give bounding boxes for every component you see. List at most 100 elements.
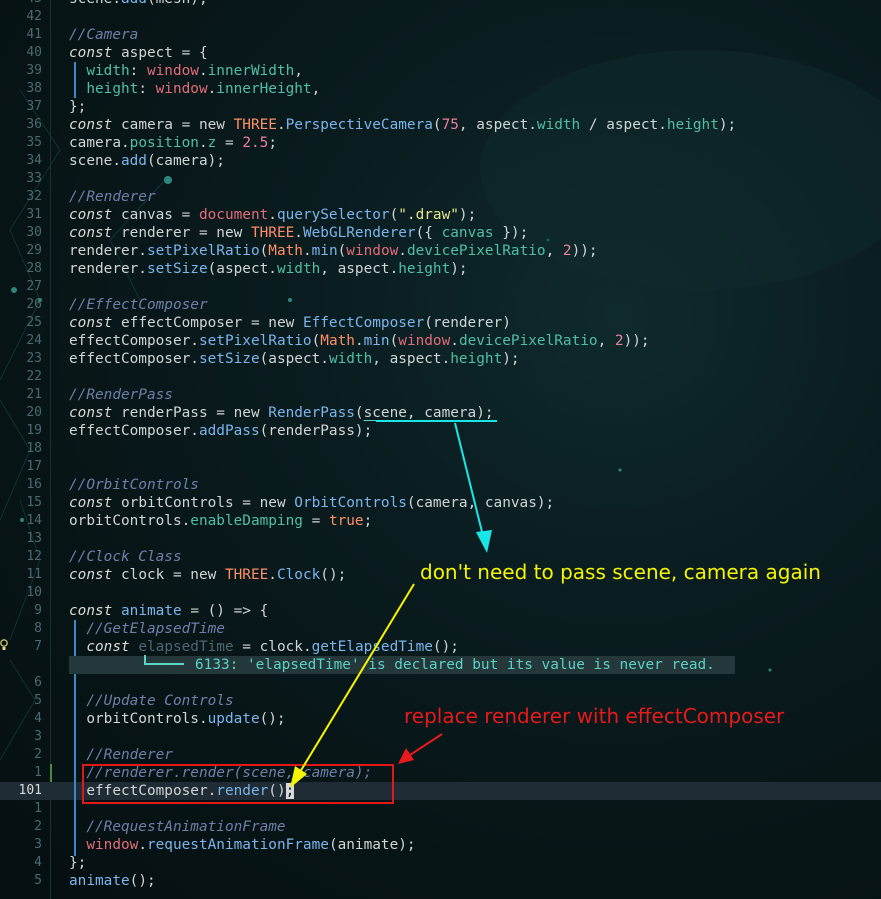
code-line[interactable]: 21 //RenderPass: [0, 386, 881, 404]
code-token: //OrbitControls: [69, 477, 199, 493]
code-token: Clock: [276, 567, 321, 583]
code-line[interactable]: 5 animate();: [0, 872, 881, 890]
code-token: min: [311, 243, 338, 259]
code-token: effectComposer.: [69, 423, 199, 439]
code-token: .: [398, 243, 407, 259]
code-line[interactable]: 19 effectComposer.addPass(renderPass);: [0, 422, 881, 440]
code-line[interactable]: 2 //Renderer: [0, 746, 881, 764]
code-token: true: [328, 513, 364, 529]
code-line[interactable]: 24 effectComposer.setPixelRatio(Math.min(…: [0, 332, 881, 350]
code-line[interactable]: 34 scene.add(camera);: [0, 152, 881, 170]
code-line[interactable]: 15 const orbitControls = new OrbitControl…: [0, 494, 881, 512]
code-line[interactable]: 13: [0, 530, 881, 548]
code-token: width: [86, 63, 130, 79]
code-token: ({: [415, 225, 442, 241]
code-text: //GetElapsedTime: [69, 620, 225, 638]
code-line[interactable]: 14 orbitControls.enableDamping = true;: [0, 512, 881, 530]
code-line[interactable]: 31 const canvas = document.querySelector(…: [0, 206, 881, 224]
code-line[interactable]: 28 renderer.setSize(aspect.width, aspect.…: [0, 260, 881, 278]
line-number: 3: [34, 837, 42, 852]
code-line[interactable]: 39 width: window.innerWidth,: [0, 62, 881, 80]
code-editor[interactable]: 43scene.add(mesh);4241//Camera40const as…: [0, 0, 881, 899]
code-line[interactable]: 22: [0, 368, 881, 386]
line-number: 20: [26, 405, 42, 420]
code-line[interactable]: 42: [0, 8, 881, 26]
code-line[interactable]: 17: [0, 458, 881, 476]
code-line[interactable]: 33: [0, 170, 881, 188]
code-line[interactable]: 27: [0, 278, 881, 296]
code-text: orbitControls.update();: [69, 710, 286, 728]
code-token: ));: [623, 333, 650, 349]
code-line[interactable]: 6: [0, 674, 881, 692]
code-token: renderer = new: [112, 225, 251, 241]
code-text: effectComposer.setPixelRatio(Math.min(wi…: [69, 332, 650, 350]
code-token: renderer.: [69, 261, 147, 277]
code-line[interactable]: 23 effectComposer.setSize(aspect.width, a…: [0, 350, 881, 368]
code-line[interactable]: 26 //EffectComposer: [0, 296, 881, 314]
code-line[interactable]: 20 const renderPass = new RenderPass(scen…: [0, 404, 881, 422]
code-line[interactable]: 16 //OrbitControls: [0, 476, 881, 494]
code-token: );: [476, 405, 494, 421]
lightbulb-icon[interactable]: [0, 638, 8, 652]
code-line[interactable]: 43 scene.add(mesh);: [0, 0, 881, 8]
code-line[interactable]: 10: [0, 584, 881, 602]
code-line[interactable]: 37};: [0, 98, 881, 116]
code-token: , aspect.: [372, 351, 451, 367]
code-token: devicePixelRatio: [406, 243, 546, 259]
code-line[interactable]: 32 //Renderer: [0, 188, 881, 206]
code-line[interactable]: 35 camera.position.z = 2.5;: [0, 134, 881, 152]
code-token: (renderPass);: [259, 423, 373, 439]
code-token: 2.5: [242, 135, 269, 151]
diagnostic-connector: [144, 655, 184, 665]
code-text: const renderPass = new RenderPass(scene,…: [69, 404, 494, 422]
code-line[interactable]: 4};: [0, 854, 881, 872]
code-token: ;: [268, 135, 277, 151]
code-token: 75: [441, 117, 459, 133]
code-line[interactable]: 36 const camera = new THREE.PerspectiveCa…: [0, 116, 881, 134]
code-token: scene.: [69, 153, 121, 169]
code-line[interactable]: 25 const effectComposer = new EffectCompo…: [0, 314, 881, 332]
code-line[interactable]: 40 const aspect = {: [0, 44, 881, 62]
line-number: 21: [26, 387, 42, 402]
code-line[interactable]: 38 height: window.innerHeight,: [0, 80, 881, 98]
code-line[interactable]: 7 const elapsedTime = clock.getElapsedTi…: [0, 638, 881, 656]
code-token: elapsedTime: [138, 639, 234, 655]
code-text: //Renderer: [69, 746, 173, 764]
line-number: 1: [34, 765, 42, 780]
line-number: 32: [26, 189, 42, 204]
code-token: ));: [571, 243, 598, 259]
code-token: );: [718, 117, 737, 133]
code-token: (: [389, 207, 399, 223]
code-token: add: [120, 153, 147, 169]
code-token: add: [121, 0, 147, 7]
code-token: ();: [432, 639, 459, 655]
code-text: //Update Controls: [69, 692, 233, 710]
code-line[interactable]: 3 window.requestAnimationFrame(animate);: [0, 836, 881, 854]
line-number: 101: [18, 783, 42, 798]
line-number: 17: [26, 459, 42, 474]
code-token: effectComposer.: [69, 333, 199, 349]
code-text: const aspect = {: [69, 44, 208, 62]
code-line[interactable]: 3: [0, 728, 881, 746]
code-line[interactable]: 30 const renderer = new THREE.WebGLRender…: [0, 224, 881, 242]
code-text: const orbitControls = new OrbitControls(…: [69, 494, 554, 512]
code-text: const elapsedTime = clock.getElapsedTime…: [69, 638, 459, 656]
code-token: ();: [259, 711, 286, 727]
code-token: innerHeight: [216, 81, 312, 97]
code-token: scene.: [69, 0, 121, 7]
code-line[interactable]: 29 renderer.setPixelRatio(Math.min(window…: [0, 242, 881, 260]
code-token: :: [129, 63, 147, 79]
code-line[interactable]: 18: [0, 440, 881, 458]
code-token: const: [86, 639, 130, 655]
code-text: effectComposer.setSize(aspect.width, asp…: [69, 350, 520, 368]
code-line[interactable]: 8 //GetElapsedTime: [0, 620, 881, 638]
code-line[interactable]: 9 const animate = () => {: [0, 602, 881, 620]
code-line[interactable]: 2 //RequestAnimationFrame: [0, 818, 881, 836]
code-token: //GetElapsedTime: [86, 621, 225, 637]
line-number: 22: [26, 369, 42, 384]
code-token: height: [666, 117, 719, 133]
code-token: (: [337, 243, 347, 259]
code-line[interactable]: 41 //Camera: [0, 26, 881, 44]
line-number: 38: [26, 81, 42, 96]
code-token: document: [198, 207, 269, 223]
